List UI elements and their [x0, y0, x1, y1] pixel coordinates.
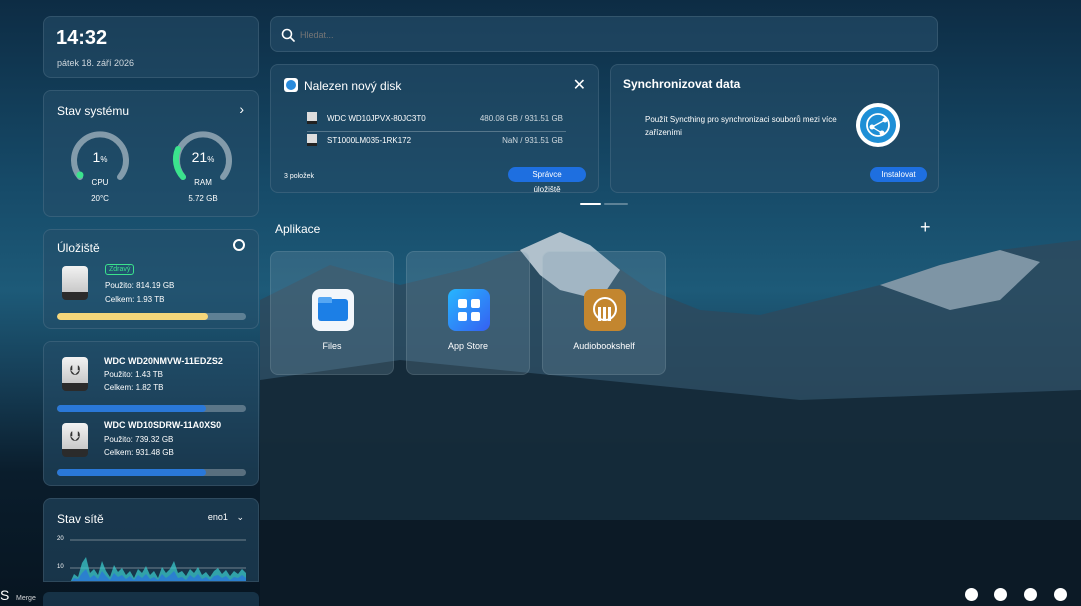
apps-title: Aplikace — [275, 222, 321, 236]
system-status-widget[interactable]: Stav systému › 1% CPU 20°C 21% RAM 5.72 … — [43, 90, 259, 217]
storage-usage-fill — [57, 313, 209, 320]
storage-total: Celkem: 1.93 TB — [105, 295, 165, 304]
usb-drive-icon: ⮋ — [60, 423, 90, 459]
carousel-dot-active[interactable] — [580, 203, 601, 205]
usb-drive-usage-fill — [57, 469, 207, 476]
github-icon[interactable] — [1024, 588, 1037, 601]
disk-notification-icon — [284, 78, 298, 92]
cpu-unit: % — [100, 155, 108, 164]
new-disk-count: 3 položek — [284, 173, 314, 180]
usb-drive-usage-bar — [57, 469, 246, 476]
usb-drive-icon: ⮋ — [60, 357, 90, 393]
storage-manager-button[interactable]: Správce úložiště — [508, 167, 586, 194]
usb-drive-used: Použito: 739.32 GB — [104, 435, 174, 444]
storage-used: Použito: 814.19 GB — [105, 281, 175, 290]
settings-gear-icon[interactable] — [233, 239, 245, 251]
new-disk-size: NaN / 931.51 GB — [502, 136, 563, 145]
hdd-small-icon — [307, 134, 317, 146]
ram-label: RAM — [194, 178, 212, 187]
sync-data-widget: Synchronizovat data Použít Syncthing pro… — [610, 64, 939, 193]
carousel-dot[interactable] — [604, 203, 628, 205]
storage-widget[interactable]: Úložiště Zdravý Použito: 814.19 GB Celke… — [43, 229, 259, 329]
new-disk-title: Nalezen nový disk — [304, 79, 402, 93]
app-label: Files — [322, 341, 342, 351]
install-button[interactable]: Instalovat — [870, 167, 927, 182]
new-disk-size: 480.08 GB / 931.51 GB — [479, 114, 563, 123]
app-store-icon — [448, 289, 490, 331]
carousel-indicator[interactable] — [580, 203, 628, 205]
add-app-plus-icon[interactable]: + — [920, 218, 931, 236]
storage-health-badge: Zdravý — [105, 264, 135, 275]
hdd-icon — [60, 266, 90, 302]
brand-logo: S — [0, 587, 10, 603]
search-icon — [281, 28, 295, 42]
ram-value: 21 — [191, 149, 208, 165]
message-icon[interactable] — [1054, 588, 1067, 601]
search-input[interactable] — [298, 26, 902, 44]
usb-drive-total: Celkem: 1.82 TB — [104, 383, 164, 392]
storage-usage-bar — [57, 313, 246, 320]
usb-drive-usage-bar — [57, 405, 246, 412]
usb-drive-used: Použito: 1.43 TB — [104, 370, 163, 379]
new-disk-name: WDC WD10JPVX-80JC3T0 — [327, 114, 426, 123]
app-label: Audiobookshelf — [573, 341, 635, 351]
new-disk-widget: Nalezen nový disk ✕ WDC WD10JPVX-80JC3T0… — [270, 64, 599, 194]
network-traffic-chart — [70, 539, 246, 581]
chevron-right-icon[interactable]: › — [239, 101, 244, 117]
usb-drive-usage-fill — [57, 405, 207, 412]
discord-icon[interactable] — [994, 588, 1007, 601]
sync-description: Použít Syncthing pro synchronizaci soubo… — [645, 115, 837, 137]
cpu-value-wrap: 1% — [68, 149, 132, 167]
network-widget[interactable]: Stav sítě eno1 ⌄ 20 10 — [43, 498, 259, 582]
search-bar[interactable] — [270, 16, 938, 52]
chat-icon[interactable] — [965, 588, 978, 601]
app-label: App Store — [447, 341, 489, 351]
usb-drive-total: Celkem: 931.48 GB — [104, 448, 174, 457]
close-icon[interactable]: ✕ — [573, 75, 586, 95]
ram-value-wrap: 21% — [171, 149, 235, 167]
storage-title: Úložiště — [57, 241, 100, 255]
usb-drive-name: WDC WD10SDRW-11A0XS0 — [104, 420, 222, 430]
ram-unit: % — [207, 155, 215, 164]
dock-bar — [43, 592, 259, 606]
files-icon — [312, 289, 354, 331]
syncthing-icon — [856, 103, 900, 147]
clock-time: 14:32 — [56, 27, 108, 49]
sync-title: Synchronizovat data — [623, 77, 741, 91]
clock-date: pátek 18. září 2026 — [57, 58, 135, 68]
app-tile-audiobookshelf[interactable]: Audiobookshelf — [542, 251, 666, 375]
ram-size: 5.72 GB — [188, 194, 218, 203]
app-tile-files[interactable]: Files — [270, 251, 394, 375]
cpu-temp: 20°C — [91, 194, 109, 203]
audiobookshelf-icon — [584, 289, 626, 331]
app-tile-app-store[interactable]: App Store — [406, 251, 530, 375]
clock-widget: 14:32 pátek 18. září 2026 — [43, 16, 259, 78]
cpu-label: CPU — [91, 178, 109, 187]
divider — [307, 131, 566, 132]
usb-drive-name: WDC WD20NMVW-11EDZS2 — [104, 356, 223, 366]
new-disk-name: ST1000LM035-1RK172 — [327, 136, 412, 145]
system-status-title: Stav systému — [57, 104, 130, 118]
usb-drives-widget[interactable]: ⮋ WDC WD20NMVW-11EDZS2 Použito: 1.43 TB … — [43, 341, 259, 486]
hdd-small-icon — [307, 112, 317, 124]
merge-label: Merge — [16, 595, 36, 602]
